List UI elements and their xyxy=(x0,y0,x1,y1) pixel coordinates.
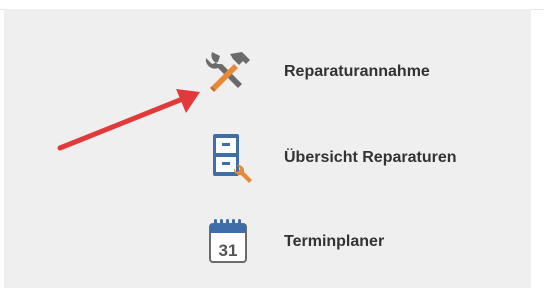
menu-item-label: Übersicht Reparaturen xyxy=(284,149,457,166)
menu-item-label: Reparaturannahme xyxy=(284,63,430,80)
menu-item-uebersicht-reparaturen[interactable]: Übersicht Reparaturen xyxy=(196,130,457,186)
tools-icon xyxy=(196,44,260,100)
calendar-day: 31 xyxy=(219,241,238,260)
cabinet-wrench-icon xyxy=(196,130,260,186)
calendar-icon: 31 xyxy=(196,214,260,270)
menu-item-reparaturannahme[interactable]: Reparaturannahme xyxy=(196,44,430,100)
annotation-arrow xyxy=(57,89,200,151)
menu-item-terminplaner[interactable]: 31 Terminplaner xyxy=(196,214,384,270)
menu-item-label: Terminplaner xyxy=(284,233,385,250)
